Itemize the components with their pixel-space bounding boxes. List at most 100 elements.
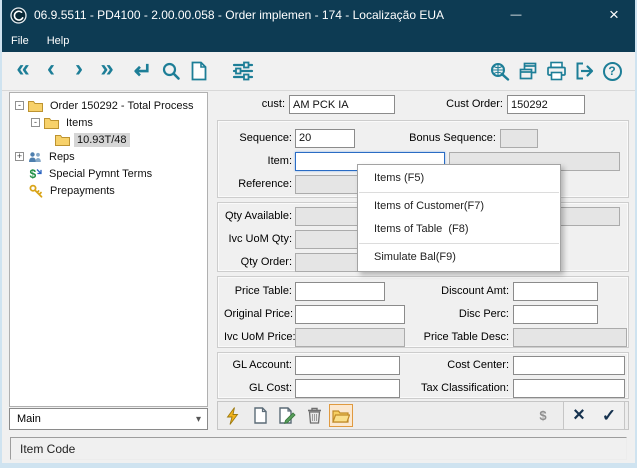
cost-center-label: Cost Center: [447, 359, 509, 371]
context-menu-item-simulate-bal-f9[interactable]: Simulate Bal(F9) [358, 246, 560, 269]
gl-account-row: GL Account: Cost Center: [224, 354, 625, 376]
record-action-bar: $ × ✓ [217, 401, 629, 430]
menu-file[interactable]: File [2, 30, 38, 52]
dollar-button[interactable]: $ [531, 408, 555, 423]
folder-icon [28, 100, 43, 112]
cancel-button[interactable]: × [564, 404, 594, 427]
svg-text:$: $ [30, 167, 37, 180]
nav-last-button[interactable]: » [94, 54, 120, 88]
confirm-button[interactable]: ✓ [594, 406, 624, 426]
collapse-toggle-icon[interactable]: - [15, 101, 24, 110]
tree-item-label: Items [66, 116, 93, 129]
view-selector-value: Main [17, 413, 41, 425]
ivc-uom-price-label: Ivc UoM Price: [224, 331, 296, 343]
qty-available-label: Qty Available: [224, 210, 292, 222]
delete-record-button[interactable] [302, 404, 326, 427]
chevron-down-icon: ▾ [195, 413, 201, 425]
disc-perc-field[interactable] [513, 304, 598, 324]
gl-group-box: GL Account: Cost Center: GL Cost: Tax Cl… [217, 352, 629, 399]
folder-icon [44, 117, 59, 129]
price-table-desc-field [513, 327, 627, 347]
reference-label: Reference: [238, 178, 292, 190]
context-menu-item-items-f5[interactable]: Items (F5) [358, 167, 560, 190]
gl-cost-label: GL Cost: [249, 382, 292, 394]
minimize-button[interactable]: — [495, 0, 537, 30]
trash-icon [307, 407, 321, 424]
context-menu-item-items-of-table-f8[interactable]: Items of Table (F8) [358, 218, 560, 241]
nav-next-button[interactable]: › [66, 54, 92, 88]
new-record-icon [253, 407, 267, 424]
price-table-row: Price Table: Discount Amt: [224, 280, 620, 302]
context-menu-item-items-of-customer-f7[interactable]: Items of Customer(F7) [358, 195, 560, 218]
bonus-sequence-field [500, 128, 538, 148]
cust-order-field[interactable] [507, 95, 585, 114]
qty-available-uom-field [558, 206, 620, 226]
tree-item-item-code[interactable]: 10.93T/48 [10, 131, 207, 148]
tree-item-prepayments[interactable]: Prepayments [10, 182, 207, 199]
discount-amt-label: Discount Amt: [441, 285, 509, 297]
sequence-row: Sequence: Bonus Sequence: [224, 127, 620, 149]
zoom-search-button[interactable] [487, 56, 513, 86]
menu-help[interactable]: Help [38, 30, 79, 52]
collapse-toggle-icon[interactable]: - [31, 118, 40, 127]
cascade-windows-button[interactable] [515, 56, 541, 86]
edit-record-icon [279, 407, 296, 424]
original-price-label: Original Price: [224, 308, 294, 320]
customer-header-row: cust: Cust Order: [215, 95, 632, 115]
gl-cost-row: GL Cost: Tax Classification: [224, 377, 625, 399]
original-price-row: Original Price: Disc Perc: [224, 303, 620, 325]
exit-button[interactable] [571, 56, 597, 86]
tree-item-order[interactable]: - Order 150292 - Total Process [10, 97, 207, 114]
tax-classification-field[interactable] [513, 378, 625, 398]
new-document-icon [191, 61, 207, 81]
expand-toggle-icon[interactable]: + [15, 152, 24, 161]
close-button[interactable]: × [593, 0, 635, 30]
cost-center-field[interactable] [513, 355, 625, 375]
application-window: 06.9.5511 - PD4100 - 2.00.00.058 - Order… [0, 0, 637, 468]
view-selector-dropdown[interactable]: Main ▾ [9, 408, 208, 430]
original-price-field[interactable] [295, 304, 405, 324]
search-button[interactable] [158, 56, 184, 86]
cust-order-label: Cust Order: [446, 98, 503, 110]
discount-amt-field[interactable] [513, 281, 598, 301]
open-folder-icon [332, 409, 350, 423]
tree-item-items[interactable]: - Items [10, 114, 207, 131]
item-context-menu: Items (F5) Items of Customer(F7) Items o… [357, 164, 561, 272]
tree-item-reps[interactable]: + Reps [10, 148, 207, 165]
order-tree-panel: - Order 150292 - Total Process - Items 1… [9, 92, 208, 407]
price-table-field[interactable] [295, 281, 385, 301]
ivc-uom-price-field [295, 327, 405, 347]
item-label: Item: [267, 155, 292, 167]
folder-icon [55, 134, 70, 146]
exit-door-icon [576, 62, 593, 80]
titlebar: 06.9.5511 - PD4100 - 2.00.00.058 - Order… [2, 0, 635, 30]
edit-record-button[interactable] [275, 404, 299, 427]
tree-item-label: Special Pymnt Terms [49, 167, 153, 180]
menu-separator [359, 243, 559, 244]
dollar-icon: $ [29, 167, 42, 180]
tree-item-special-pymnt-terms[interactable]: $ Special Pymnt Terms [10, 165, 207, 182]
enter-button[interactable]: ↵ [130, 56, 156, 86]
lightning-icon [226, 406, 239, 425]
gl-account-field[interactable] [295, 355, 400, 375]
new-record-button[interactable] [248, 404, 272, 427]
qty-order-label: Qty Order: [240, 256, 292, 268]
new-document-button[interactable] [186, 56, 212, 86]
search-icon [162, 62, 180, 80]
open-folder-button[interactable] [329, 404, 353, 427]
help-button[interactable]: ? [599, 56, 625, 86]
menu-separator [359, 192, 559, 193]
sequence-field[interactable] [295, 128, 355, 148]
nav-first-button[interactable]: « [10, 54, 36, 88]
ivc-uom-qty-label: Ivc UoM Qty: [228, 233, 292, 245]
disc-perc-label: Disc Perc: [458, 308, 509, 320]
print-button[interactable] [543, 56, 569, 86]
execute-button[interactable] [221, 404, 245, 427]
main-toolbar: « ‹ › » ↵ ? [2, 52, 635, 91]
status-text: Item Code [20, 441, 76, 456]
gl-cost-field[interactable] [295, 378, 400, 398]
nav-prev-button[interactable]: ‹ [38, 54, 64, 88]
cust-field[interactable] [289, 95, 395, 114]
filter-settings-button[interactable] [230, 56, 256, 86]
status-bar: Item Code [10, 437, 627, 460]
